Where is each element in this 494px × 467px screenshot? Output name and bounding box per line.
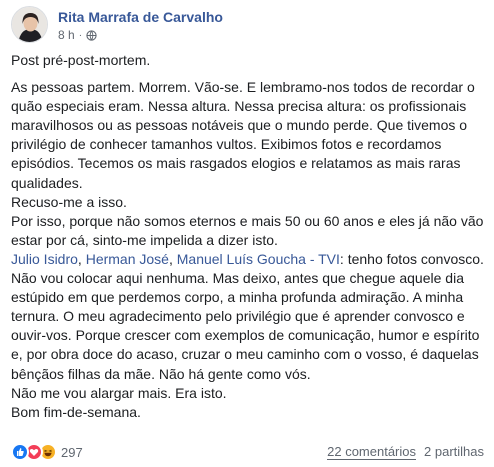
post-line-weekend: Bom fim-de-semana. bbox=[11, 403, 141, 420]
mention-tail-text: : tenho fotos convosco. Não vou colocar … bbox=[11, 250, 484, 382]
mention-link[interactable]: Julio Isidro bbox=[11, 251, 78, 267]
post-footer: 297 22 comentários 2 partilhas bbox=[11, 441, 484, 463]
post-line-refuse: Recuso-me a isso. bbox=[11, 193, 127, 210]
post-paragraph-2: Por isso, porque não somos eternos e mai… bbox=[11, 212, 484, 248]
avatar-image bbox=[12, 7, 47, 42]
mention-link[interactable]: Manuel Luís Goucha - TVI bbox=[177, 251, 340, 267]
shares-count-link[interactable]: 2 partilhas bbox=[424, 444, 484, 460]
post-header: Rita Marrafa de Carvalho 8 h · bbox=[11, 6, 484, 46]
comments-count-link[interactable]: 22 comentários bbox=[327, 444, 417, 460]
post-paragraph-1: As pessoas partem. Morrem. Vão-se. E lem… bbox=[11, 79, 475, 191]
post-line-widen: Não me vou alargar mais. Era isto. bbox=[11, 384, 227, 401]
post-time[interactable]: 8 h bbox=[58, 28, 75, 42]
reactions-summary[interactable]: 297 bbox=[11, 443, 83, 461]
post-body: Post pré-post-mortem. As pessoas partem.… bbox=[11, 51, 485, 422]
mention-separator: , bbox=[77, 250, 86, 267]
post-title-line: Post pré-post-mortem. bbox=[11, 52, 151, 68]
post-meta: 8 h · bbox=[58, 28, 97, 42]
meta-separator: · bbox=[78, 29, 83, 41]
post-paragraph-mentions: Julio Isidro, Herman José, Manuel Luís G… bbox=[11, 250, 485, 384]
author-name[interactable]: Rita Marrafa de Carvalho bbox=[58, 9, 223, 25]
globe-icon[interactable] bbox=[86, 29, 97, 41]
avatar[interactable] bbox=[11, 6, 48, 43]
mention-link[interactable]: Herman José bbox=[86, 251, 169, 267]
like-icon bbox=[11, 443, 29, 461]
mention-separator: , bbox=[168, 250, 177, 267]
engagement-counts: 22 comentários 2 partilhas bbox=[327, 444, 484, 460]
reaction-count: 297 bbox=[61, 444, 83, 460]
